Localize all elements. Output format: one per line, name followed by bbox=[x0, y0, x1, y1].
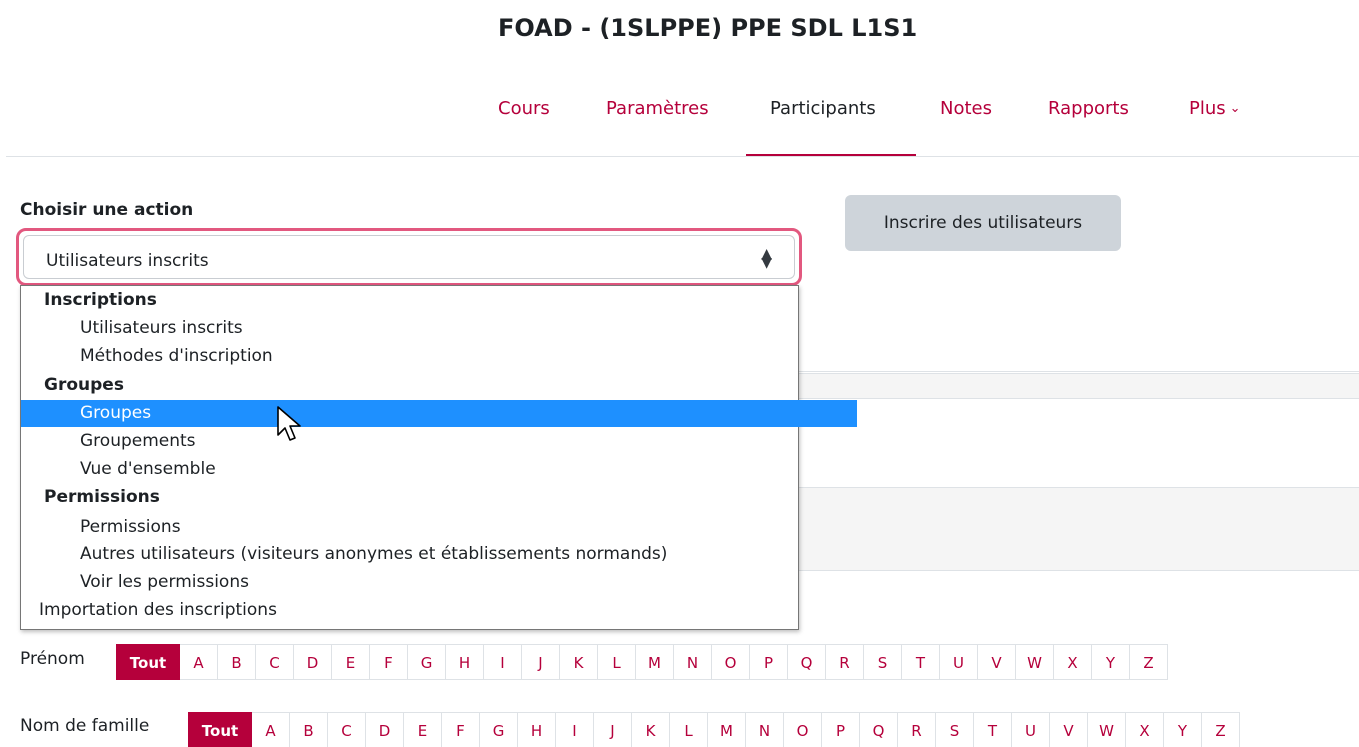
firstname-letter-l[interactable]: L bbox=[598, 644, 636, 680]
firstname-letter-d[interactable]: D bbox=[294, 644, 332, 680]
nav-divider bbox=[6, 156, 1359, 157]
tab-plus[interactable]: Plus ⌄ bbox=[1189, 98, 1241, 119]
chevron-down-icon: ⌄ bbox=[1229, 101, 1241, 116]
option-autres-utilisateurs[interactable]: Autres utilisateurs (visiteurs anonymes … bbox=[21, 540, 857, 568]
lastname-all-button[interactable]: Tout bbox=[188, 712, 252, 747]
lastname-letter-r[interactable]: R bbox=[898, 712, 936, 747]
option-utilisateurs-inscrits[interactable]: Utilisateurs inscrits bbox=[21, 314, 857, 342]
tab-cours[interactable]: Cours bbox=[498, 98, 550, 119]
lastname-letter-o[interactable]: O bbox=[784, 712, 822, 747]
option-vue-ensemble[interactable]: Vue d'ensemble bbox=[21, 455, 857, 483]
firstname-letter-i[interactable]: I bbox=[484, 644, 522, 680]
firstname-all-button[interactable]: Tout bbox=[116, 644, 180, 680]
tab-notes[interactable]: Notes bbox=[940, 98, 992, 119]
firstname-filter-label: Prénom bbox=[20, 649, 85, 669]
bg-panel bbox=[798, 487, 1359, 571]
option-methodes-inscription[interactable]: Méthodes d'inscription bbox=[21, 342, 857, 370]
lastname-letter-s[interactable]: S bbox=[936, 712, 974, 747]
option-permissions[interactable]: Permissions bbox=[21, 513, 857, 541]
firstname-letter-c[interactable]: C bbox=[256, 644, 294, 680]
firstname-letter-s[interactable]: S bbox=[864, 644, 902, 680]
firstname-letter-k[interactable]: K bbox=[560, 644, 598, 680]
firstname-letter-n[interactable]: N bbox=[674, 644, 712, 680]
lastname-letter-w[interactable]: W bbox=[1088, 712, 1126, 747]
lastname-letter-e[interactable]: E bbox=[404, 712, 442, 747]
lastname-letter-t[interactable]: T bbox=[974, 712, 1012, 747]
select-value: Utilisateurs inscrits bbox=[46, 251, 209, 271]
firstname-letters: Tout ABCDEFGHIJKLMNOPQRSTUVWXYZ bbox=[116, 644, 1168, 680]
lastname-letter-v[interactable]: V bbox=[1050, 712, 1088, 747]
firstname-letter-w[interactable]: W bbox=[1016, 644, 1054, 680]
firstname-letter-h[interactable]: H bbox=[446, 644, 484, 680]
lastname-letter-a[interactable]: A bbox=[252, 712, 290, 747]
lastname-filter-label: Nom de famille bbox=[20, 716, 150, 736]
lastname-letter-d[interactable]: D bbox=[366, 712, 404, 747]
firstname-letter-p[interactable]: P bbox=[750, 644, 788, 680]
bg-row bbox=[798, 373, 1359, 399]
lastname-letter-k[interactable]: K bbox=[632, 712, 670, 747]
sort-arrows-icon: ▲ ▼ bbox=[761, 246, 772, 271]
firstname-letter-q[interactable]: Q bbox=[788, 644, 826, 680]
action-label: Choisir une action bbox=[20, 200, 194, 220]
firstname-letter-m[interactable]: M bbox=[636, 644, 674, 680]
lastname-letter-i[interactable]: I bbox=[556, 712, 594, 747]
page: FOAD - (1SLPPE) PPE SDL L1S1 Cours Param… bbox=[0, 0, 1359, 747]
lastname-letter-p[interactable]: P bbox=[822, 712, 860, 747]
mouse-pointer-icon bbox=[277, 406, 301, 441]
lastname-letter-b[interactable]: B bbox=[290, 712, 328, 747]
firstname-letter-g[interactable]: G bbox=[408, 644, 446, 680]
firstname-letter-v[interactable]: V bbox=[978, 644, 1016, 680]
action-dropdown-list: Inscriptions Utilisateurs inscrits Métho… bbox=[20, 285, 857, 630]
lastname-letter-x[interactable]: X bbox=[1126, 712, 1164, 747]
lastname-letter-n[interactable]: N bbox=[746, 712, 784, 747]
firstname-letter-o[interactable]: O bbox=[712, 644, 750, 680]
lastname-letter-h[interactable]: H bbox=[518, 712, 556, 747]
bg-divider bbox=[798, 371, 1359, 372]
firstname-letter-j[interactable]: J bbox=[522, 644, 560, 680]
tab-rapports[interactable]: Rapports bbox=[1048, 98, 1129, 119]
firstname-letter-t[interactable]: T bbox=[902, 644, 940, 680]
lastname-letter-z[interactable]: Z bbox=[1202, 712, 1240, 747]
lastname-letter-f[interactable]: F bbox=[442, 712, 480, 747]
firstname-letter-z[interactable]: Z bbox=[1130, 644, 1168, 680]
firstname-letter-r[interactable]: R bbox=[826, 644, 864, 680]
select-frame: Utilisateurs inscrits ▲ ▼ bbox=[23, 235, 795, 279]
tab-plus-label: Plus bbox=[1189, 98, 1226, 119]
lastname-letter-l[interactable]: L bbox=[670, 712, 708, 747]
option-importation-inscriptions[interactable]: Importation des inscriptions bbox=[21, 596, 816, 624]
lastname-letter-q[interactable]: Q bbox=[860, 712, 898, 747]
lastname-letter-u[interactable]: U bbox=[1012, 712, 1050, 747]
lastname-letter-g[interactable]: G bbox=[480, 712, 518, 747]
firstname-letter-f[interactable]: F bbox=[370, 644, 408, 680]
optgroup-groupes: Groupes bbox=[44, 375, 124, 395]
lastname-initials-bar: Nom de famille Tout ABCDEFGHIJKLMNOPQRST… bbox=[0, 712, 1359, 747]
option-groupes[interactable]: Groupes bbox=[21, 400, 857, 427]
action-select[interactable]: Utilisateurs inscrits ▲ ▼ bbox=[16, 228, 802, 286]
optgroup-inscriptions: Inscriptions bbox=[44, 290, 157, 310]
firstname-letter-a[interactable]: A bbox=[180, 644, 218, 680]
lastname-letter-c[interactable]: C bbox=[328, 712, 366, 747]
lastname-letters: Tout ABCDEFGHIJKLMNOPQRSTUVWXYZ bbox=[188, 712, 1240, 747]
option-voir-permissions[interactable]: Voir les permissions bbox=[21, 568, 857, 596]
option-groupements[interactable]: Groupements bbox=[21, 427, 857, 455]
enrol-users-button[interactable]: Inscrire des utilisateurs bbox=[845, 195, 1121, 251]
tab-parametres[interactable]: Paramètres bbox=[606, 98, 709, 119]
firstname-letter-y[interactable]: Y bbox=[1092, 644, 1130, 680]
lastname-letter-j[interactable]: J bbox=[594, 712, 632, 747]
firstname-initials-bar: Prénom Tout ABCDEFGHIJKLMNOPQRSTUVWXYZ bbox=[0, 644, 1359, 680]
page-title: FOAD - (1SLPPE) PPE SDL L1S1 bbox=[498, 14, 918, 42]
firstname-letter-u[interactable]: U bbox=[940, 644, 978, 680]
firstname-letter-x[interactable]: X bbox=[1054, 644, 1092, 680]
firstname-letter-b[interactable]: B bbox=[218, 644, 256, 680]
secondary-navigation: Cours Paramètres Participants Notes Rapp… bbox=[0, 88, 1359, 158]
tab-participants[interactable]: Participants bbox=[770, 98, 876, 119]
lastname-letter-m[interactable]: M bbox=[708, 712, 746, 747]
firstname-letter-e[interactable]: E bbox=[332, 644, 370, 680]
optgroup-permissions: Permissions bbox=[44, 487, 160, 507]
lastname-letter-y[interactable]: Y bbox=[1164, 712, 1202, 747]
